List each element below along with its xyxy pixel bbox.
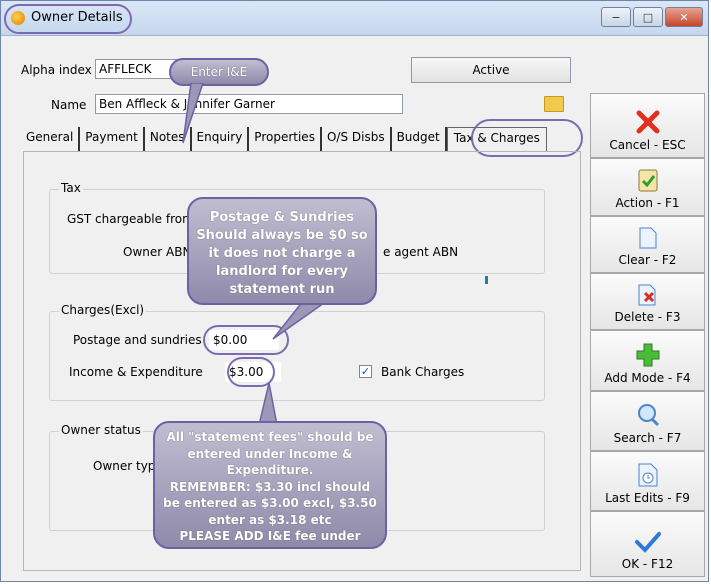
clear-document-icon: [639, 227, 656, 249]
fees-callout-line: REMEMBER: $3.30 incl should: [169, 479, 371, 494]
postage-callout-line: it does not charge a: [208, 246, 356, 261]
tab-strip: General Payment Notes Enquiry Properties…: [21, 127, 547, 151]
search-label: Search - F7: [613, 431, 682, 445]
name-label: Name: [51, 98, 87, 112]
ie-label: Income & Expenditure: [69, 365, 203, 379]
tax-group-label: Tax: [59, 181, 83, 195]
fees-callout-line: PLEASE ADD I&E fee under: [179, 529, 361, 543]
add-plus-icon: [636, 343, 659, 367]
last-edits-clock-icon: [638, 463, 657, 487]
ok-button[interactable]: OK - F12: [590, 511, 705, 577]
window-title: Owner Details: [31, 10, 123, 25]
bank-charges-checkbox[interactable]: ✓: [359, 365, 372, 378]
add-mode-label: Add Mode - F4: [604, 371, 691, 385]
gst-chargeable-label: GST chargeable from: [67, 212, 194, 226]
ok-checkmark-icon: [634, 532, 661, 553]
clear-button[interactable]: Clear - F2: [590, 216, 705, 273]
clear-label: Clear - F2: [618, 253, 677, 267]
postage-callout-line: Postage & Sundries: [209, 210, 355, 225]
fees-callout-line: enter as $3.18 etc: [208, 512, 332, 527]
app-icon: [11, 11, 25, 25]
last-edits-button[interactable]: Last Edits - F9: [590, 451, 705, 511]
fees-callout-line: All "statement fees" should be: [166, 430, 374, 444]
minimize-button[interactable]: −: [601, 7, 631, 27]
text-cursor: [485, 276, 488, 284]
alpha-index-label: Alpha index: [21, 63, 92, 77]
ok-label: OK - F12: [621, 557, 674, 571]
statement-fees-callout: All "statement fees" should be entered u…: [153, 421, 387, 549]
status-active-button[interactable]: Active: [411, 57, 571, 83]
maximize-button[interactable]: □: [633, 7, 663, 27]
charges-group-label: Charges(Excl): [59, 303, 147, 317]
tab-general[interactable]: General: [21, 127, 81, 151]
enter-ie-pointer: [182, 83, 204, 144]
owner-status-label: Owner status: [59, 423, 143, 437]
search-magnifier-icon: [637, 404, 659, 427]
alpha-index-input[interactable]: AFFLECK: [95, 59, 177, 79]
add-mode-button[interactable]: Add Mode - F4: [590, 330, 705, 391]
name-input[interactable]: Ben Affleck & Jennifer Garner: [95, 94, 403, 114]
delete-document-icon: [638, 284, 655, 306]
owner-details-window: Owner Details − □ ✕ Alpha index AFFLECK …: [0, 0, 709, 582]
delete-label: Delete - F3: [614, 310, 681, 324]
bank-charges-label: Bank Charges: [381, 365, 465, 379]
tab-properties[interactable]: Properties: [249, 127, 322, 151]
tab-payment[interactable]: Payment: [80, 127, 145, 151]
postage-callout-line: Should always be $0 so: [196, 228, 368, 243]
cancel-button[interactable]: Cancel - ESC: [590, 93, 705, 158]
owner-abn-label: Owner ABN: [123, 245, 192, 259]
postage-label: Postage and sundries: [73, 333, 202, 347]
fees-callout-line: be entered as $3.00 excl, $3.50: [163, 496, 377, 510]
fees-callout-line: entered under Income &: [187, 446, 353, 461]
tab-os-disbs[interactable]: O/S Disbs: [322, 127, 392, 151]
postage-callout-line: landlord for every: [216, 264, 348, 279]
cancel-x-icon: [636, 110, 659, 134]
delete-button[interactable]: Delete - F3: [590, 273, 705, 330]
tab-budget[interactable]: Budget: [392, 127, 447, 151]
action-clipboard-icon: [638, 169, 657, 192]
cancel-label: Cancel - ESC: [609, 138, 686, 152]
enter-ie-callout: Enter I&E: [169, 58, 269, 86]
last-edits-label: Last Edits - F9: [605, 491, 690, 505]
search-button[interactable]: Search - F7: [590, 391, 705, 451]
folder-icon[interactable]: [544, 96, 564, 112]
agent-abn-label: e agent ABN: [383, 245, 459, 259]
action-button[interactable]: Action - F1: [590, 158, 705, 216]
close-button[interactable]: ✕: [665, 7, 703, 27]
postage-callout-line: statement run: [229, 282, 335, 297]
fees-callout-line: Expenditure.: [226, 463, 314, 477]
title-bar: Owner Details − □ ✕: [1, 1, 708, 36]
postage-callout: Postage & Sundries Should always be $0 s…: [187, 197, 377, 305]
action-label: Action - F1: [615, 196, 680, 210]
